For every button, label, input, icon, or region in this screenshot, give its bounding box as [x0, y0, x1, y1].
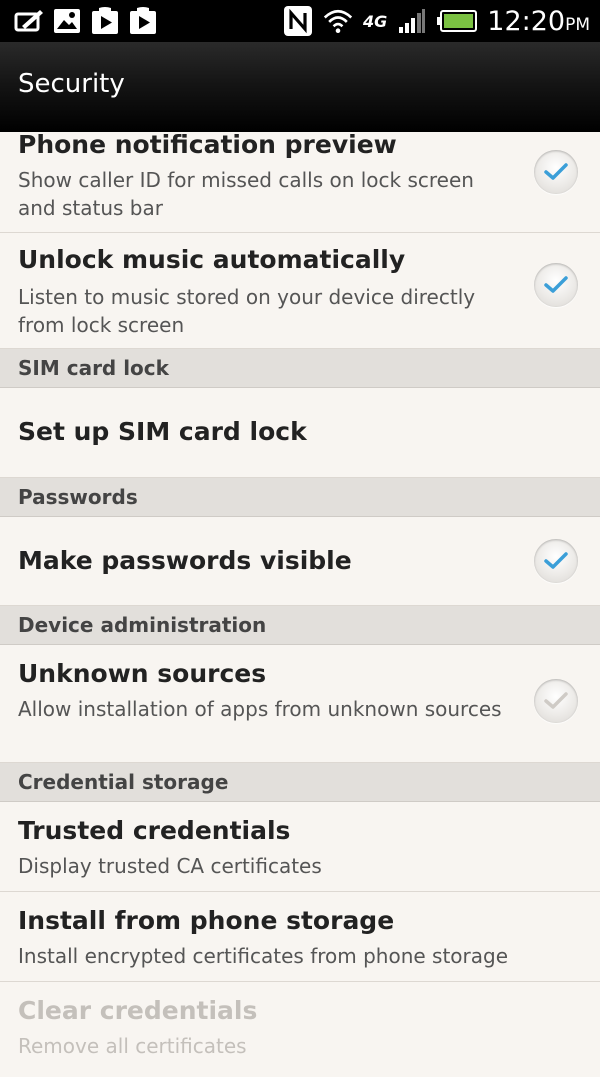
setting-title: Trusted credentials	[18, 816, 291, 845]
setting-summary: Listen to music stored on your device di…	[18, 285, 476, 337]
message-icon	[14, 6, 44, 36]
clock-ampm: PM	[565, 14, 590, 35]
system-icons: 4G 12:20PM	[283, 4, 590, 38]
checkbox-phone-notification-preview[interactable]	[534, 150, 578, 194]
play-store-icon	[90, 6, 120, 36]
checkmark-icon	[544, 552, 568, 569]
setting-title: Install from phone storage	[18, 906, 395, 935]
4g-icon: 4G	[363, 11, 388, 31]
signal-icon	[397, 6, 427, 36]
checkmark-icon	[544, 163, 568, 180]
action-bar: Security	[0, 42, 600, 132]
section-header-label: Device administration	[18, 613, 267, 637]
nfc-icon	[283, 6, 313, 36]
setting-phone-notification-preview[interactable]: Phone notification preview Show caller I…	[0, 130, 600, 233]
setting-summary: Install encrypted certificates from phon…	[18, 944, 509, 968]
clock: 12:20PM	[487, 6, 590, 37]
section-header-label: SIM card lock	[18, 356, 169, 380]
setting-unlock-music[interactable]: Unlock music automatically Listen to mus…	[0, 233, 600, 349]
setting-summary: Remove all certificates	[18, 1034, 247, 1058]
setting-clear-credentials: Clear credentials Remove all certificate…	[0, 982, 600, 1077]
setting-title: Unknown sources	[18, 659, 267, 688]
section-header-device-administration: Device administration	[0, 606, 600, 645]
setting-title: Unlock music automatically	[18, 245, 406, 274]
section-header-sim-card-lock: SIM card lock	[0, 349, 600, 388]
battery-icon	[437, 6, 478, 36]
checkmark-icon	[544, 276, 568, 293]
section-header-label: Passwords	[18, 485, 138, 509]
setting-title: Set up SIM card lock	[18, 417, 307, 446]
setting-make-passwords-visible[interactable]: Make passwords visible	[0, 517, 600, 606]
checkbox-make-passwords-visible[interactable]	[534, 539, 578, 583]
wifi-icon	[323, 6, 353, 36]
notification-icons	[14, 6, 158, 36]
settings-list: Phone notification preview Show caller I…	[0, 130, 600, 1077]
gallery-icon	[52, 6, 82, 36]
setting-summary: Display trusted CA certificates	[18, 854, 322, 878]
setting-summary: Show caller ID for missed calls on lock …	[18, 168, 474, 220]
checkbox-unknown-sources[interactable]	[534, 679, 578, 723]
section-header-credential-storage: Credential storage	[0, 763, 600, 802]
checkmark-icon	[544, 692, 568, 709]
setting-unknown-sources[interactable]: Unknown sources Allow installation of ap…	[0, 645, 600, 763]
status-bar: 4G 12:20PM	[0, 0, 600, 42]
setting-title: Clear credentials	[18, 996, 258, 1025]
page-title: Security	[18, 69, 125, 99]
setting-install-from-phone-storage[interactable]: Install from phone storage Install encry…	[0, 892, 600, 982]
setting-title: Make passwords visible	[18, 546, 352, 575]
setting-title: Phone notification preview	[18, 130, 397, 159]
clock-time: 12:20	[487, 5, 566, 37]
play-store-icon	[128, 6, 158, 36]
checkbox-unlock-music[interactable]	[534, 263, 578, 307]
setting-trusted-credentials[interactable]: Trusted credentials Display trusted CA c…	[0, 802, 600, 892]
setting-set-up-sim-card-lock[interactable]: Set up SIM card lock	[0, 388, 600, 478]
setting-summary: Allow installation of apps from unknown …	[18, 697, 502, 721]
section-header-passwords: Passwords	[0, 478, 600, 517]
section-header-label: Credential storage	[18, 770, 229, 794]
